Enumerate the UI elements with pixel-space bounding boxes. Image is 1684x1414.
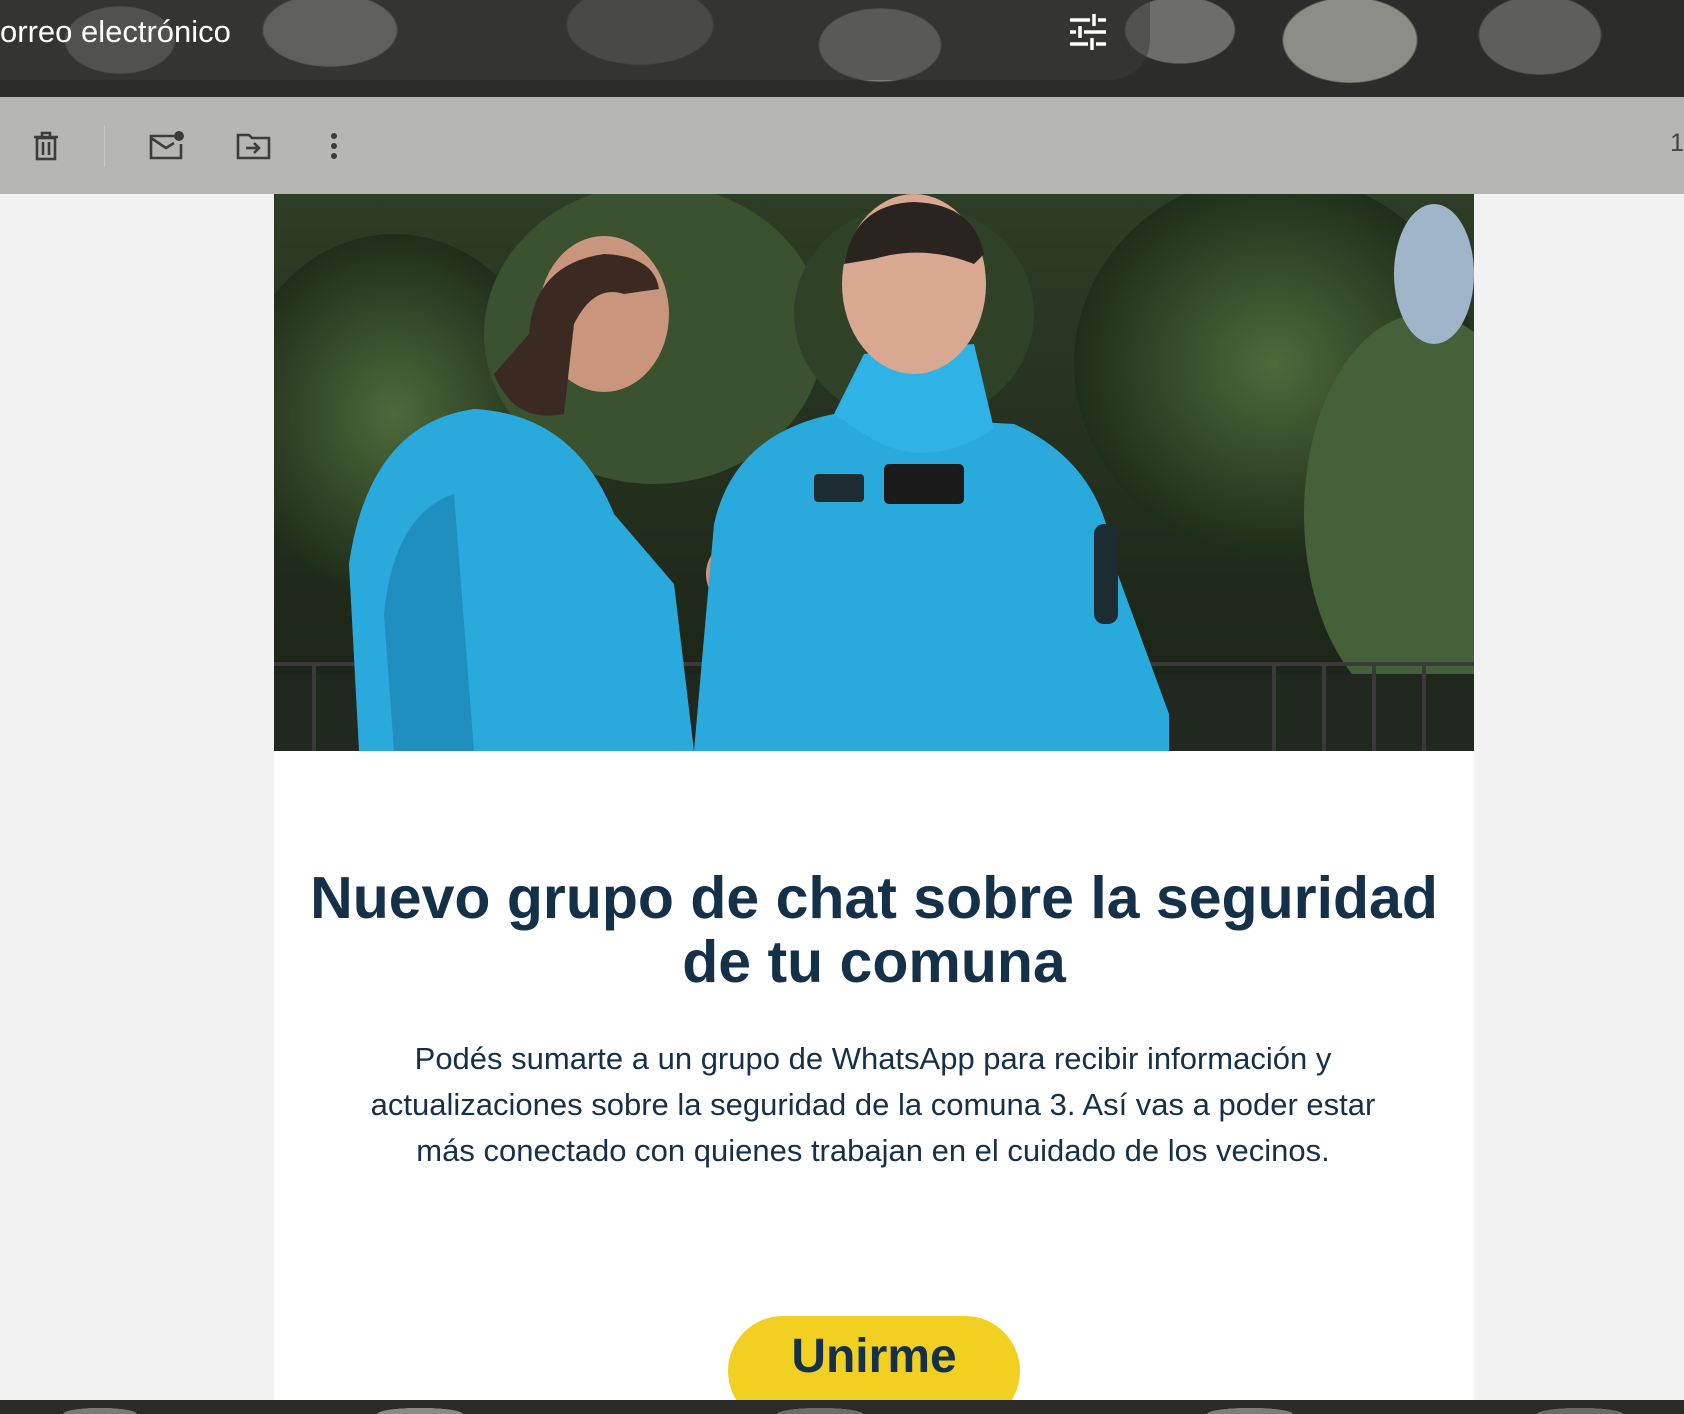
mark-unread-icon[interactable] (142, 121, 192, 171)
join-button[interactable]: Unirme (728, 1316, 1020, 1400)
move-to-folder-icon[interactable] (229, 121, 279, 171)
reading-pane: Nuevo grupo de chat sobre la seguridad d… (0, 194, 1684, 1400)
search-text[interactable]: orreo electrónico (0, 14, 231, 50)
search-bar[interactable]: orreo electrónico (0, 0, 1150, 80)
email-headline: Nuevo grupo de chat sobre la seguridad d… (310, 865, 1438, 995)
email-body-text: Podés sumarte a un grupo de WhatsApp par… (370, 1041, 1376, 1168)
email-toolbar: 1 (0, 97, 1684, 194)
hero-photo (274, 194, 1474, 751)
background-strip (0, 1400, 1684, 1414)
page-count: 1 (1670, 129, 1684, 157)
email-body: Nuevo grupo de chat sobre la seguridad d… (274, 194, 1474, 1400)
more-vertical-icon[interactable] (309, 121, 359, 171)
toolbar-divider (104, 125, 105, 167)
tune-icon[interactable] (1066, 10, 1110, 54)
trash-icon[interactable] (21, 121, 71, 171)
